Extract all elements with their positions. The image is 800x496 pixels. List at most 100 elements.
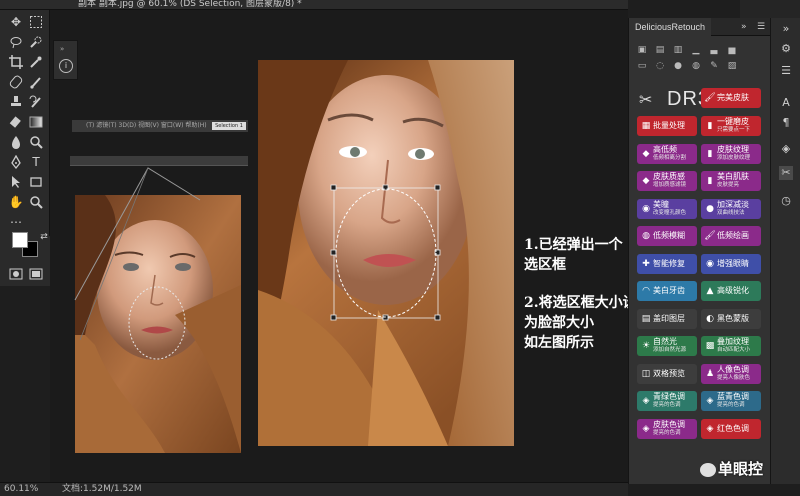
- retouch-button-3[interactable]: ◆ 高低频 低频相离分割: [637, 143, 697, 164]
- history-brush-tool-icon[interactable]: [28, 94, 44, 110]
- retouch-button-14[interactable]: ▲ 高级锐化: [701, 281, 761, 301]
- type-tool-icon[interactable]: T: [28, 154, 44, 170]
- retouch-button-16[interactable]: ◐ 黑色蒙版: [701, 308, 761, 329]
- blur-tool-icon[interactable]: [8, 134, 24, 150]
- transform-guide-lines: [74, 167, 201, 341]
- bottle-icon: ▮: [707, 176, 713, 186]
- brush-tool-icon[interactable]: [28, 74, 44, 90]
- panel-collapse-right-icon[interactable]: »: [779, 22, 793, 36]
- circle-icon: ●: [706, 203, 714, 214]
- more-tools-icon[interactable]: ⋯: [8, 214, 24, 230]
- retouch-panel-icon[interactable]: ✂: [779, 166, 793, 180]
- retouch-button-24[interactable]: ◈ 红色色调: [701, 418, 761, 439]
- retouch-button-12[interactable]: ◉ 增强眼睛: [701, 253, 761, 274]
- healing-brush-tool-icon[interactable]: [8, 74, 24, 90]
- top-right-strip: [740, 0, 800, 18]
- retouch-button-6[interactable]: ▮ 美白肌肤 皮肤提亮: [701, 171, 761, 191]
- eraser-tool-icon[interactable]: [8, 114, 24, 130]
- retouch-button-10[interactable]: 🖌 低频绘画: [701, 226, 761, 246]
- retouch-button-4[interactable]: ▮ 皮肤纹理 添加皮肤纹理: [701, 143, 761, 164]
- retouch-button-22[interactable]: ◈ 蓝青色调 提亮的色调: [701, 391, 761, 411]
- dodge-tool-icon[interactable]: [28, 134, 44, 150]
- retouch-button-18[interactable]: ▩ 叠加纹理 自动匹配大小: [701, 336, 761, 356]
- pencil-icon[interactable]: ✎: [707, 60, 721, 72]
- gradient-tool-icon[interactable]: [28, 114, 44, 130]
- quick-select-tool-icon[interactable]: [28, 34, 44, 50]
- person-icon: ♟: [705, 368, 715, 379]
- lasso-icon[interactable]: ◌: [653, 60, 667, 72]
- document-tab[interactable]: 副本 副本.jpg @ 60.1% (DS Selection, 图层蒙版/8)…: [0, 0, 628, 10]
- marquee-tool-icon[interactable]: [28, 14, 44, 30]
- retouch-button-11[interactable]: ✚ 智能修复: [637, 253, 697, 274]
- panel-tab[interactable]: DeliciousRetouch: [629, 18, 712, 36]
- layers-stack-icon[interactable]: ◈: [779, 142, 793, 156]
- retouch-button-1[interactable]: ▦ 批量处理: [637, 116, 697, 136]
- callout-step2-line2: 为脸部大小: [524, 315, 594, 331]
- rectangle-tool-icon[interactable]: [28, 174, 44, 190]
- texture-icon: ▩: [705, 341, 715, 351]
- watermark: 单眼控: [700, 458, 763, 479]
- retouch-button-15[interactable]: ▤ 盖印图层: [637, 308, 697, 329]
- bar-high-icon[interactable]: ▅: [725, 44, 739, 56]
- zoom-level[interactable]: 60.11%: [4, 483, 38, 496]
- lasso-tool-icon[interactable]: [8, 34, 24, 50]
- info-icon[interactable]: i: [59, 59, 73, 73]
- stripes-icon[interactable]: ▨: [725, 60, 739, 72]
- retouch-button-sublabel: 低频相离分割: [653, 154, 687, 161]
- retouch-button-0[interactable]: 🖌 完美皮肤: [701, 88, 761, 108]
- retouch-button-5[interactable]: ◆ 皮肤质感 增加质感滤镜: [637, 171, 697, 191]
- retouch-button-label: 双格预览: [653, 368, 685, 378]
- retouch-button-8[interactable]: ● 加深减淡 双曲线技法: [701, 198, 761, 219]
- clone-stamp-tool-icon[interactable]: [8, 94, 24, 110]
- bottle-icon: ▮: [707, 121, 713, 131]
- mask-icon: ◐: [706, 313, 714, 324]
- retouch-button-label: 低频模糊: [653, 231, 685, 240]
- embedded-selection-chip: Selection 1: [212, 122, 246, 130]
- collapse-icon[interactable]: »: [60, 45, 64, 53]
- retouch-button-7[interactable]: ◉ 美瞳 改变瞳孔颜色: [637, 198, 697, 219]
- history-icon[interactable]: ◷: [779, 194, 793, 208]
- diamond-icon: ◆: [642, 148, 650, 159]
- tool-palette: ✥ T ✋ ⋯: [0, 10, 50, 236]
- retouch-button-21[interactable]: ◈ 青绿色调 提亮的色调: [637, 391, 697, 411]
- adjust-icon[interactable]: ⚙: [779, 42, 793, 56]
- frame-icon[interactable]: ▣: [635, 44, 649, 56]
- retouch-button-17[interactable]: ☀ 自然光 添加自然光源: [637, 336, 697, 356]
- circle-icon[interactable]: ●: [671, 60, 685, 72]
- bar-mid-icon[interactable]: ▃: [707, 44, 721, 56]
- zoom-tool-icon[interactable]: [28, 194, 44, 210]
- retouch-button-9[interactable]: ◍ 低频模糊: [637, 226, 697, 246]
- sun-icon: ☀: [641, 341, 651, 351]
- retouch-button-19[interactable]: ◫ 双格预览: [637, 363, 697, 384]
- move-tool-icon[interactable]: ✥: [8, 14, 24, 30]
- paragraph-icon[interactable]: ¶: [779, 116, 793, 130]
- rect-select-icon[interactable]: ▭: [635, 60, 649, 72]
- foreground-color-swatch[interactable]: [12, 232, 28, 248]
- retouch-button-label: 人像色调: [717, 364, 749, 374]
- panel-menu-icon[interactable]: ☰: [757, 18, 765, 36]
- retouch-button-20[interactable]: ♟ 人像色调 提亮人像肤色: [701, 363, 761, 384]
- quick-mask-icon[interactable]: [8, 266, 24, 282]
- retouch-button-23[interactable]: ◈ 皮肤色调 提亮的色调: [637, 418, 697, 439]
- retouch-button-13[interactable]: ◠ 美白牙齿: [637, 281, 697, 301]
- sliders-icon[interactable]: ☰: [779, 64, 793, 78]
- hand-tool-icon[interactable]: ✋: [8, 194, 24, 210]
- character-icon[interactable]: A: [779, 96, 793, 110]
- path-select-tool-icon[interactable]: [8, 174, 24, 190]
- retouch-button-label: 蓝青色调: [717, 392, 749, 401]
- screen-mode-icon[interactable]: [28, 266, 44, 282]
- mask-icon[interactable]: ◍: [689, 60, 703, 72]
- properties-mini-panel: » i: [53, 40, 78, 80]
- diamond-icon: ◆: [642, 176, 650, 186]
- brush-preset-icon[interactable]: ▥: [671, 44, 685, 56]
- retouch-button-label: 批量处理: [653, 121, 685, 130]
- crop-tool-icon[interactable]: [8, 54, 24, 70]
- retouch-button-2[interactable]: ▮ 一键磨皮 只需要点一下: [701, 116, 761, 136]
- retouch-button-sublabel: 提亮的色调: [717, 402, 745, 408]
- pen-tool-icon[interactable]: [8, 154, 24, 170]
- panel-collapse-icon[interactable]: »: [741, 18, 747, 36]
- layers-icon[interactable]: ▤: [653, 44, 667, 56]
- eyedropper-tool-icon[interactable]: [28, 54, 44, 70]
- bar-low-icon[interactable]: ▁: [689, 44, 703, 56]
- retouch-button-sublabel: 增加质感滤镜: [653, 182, 687, 188]
